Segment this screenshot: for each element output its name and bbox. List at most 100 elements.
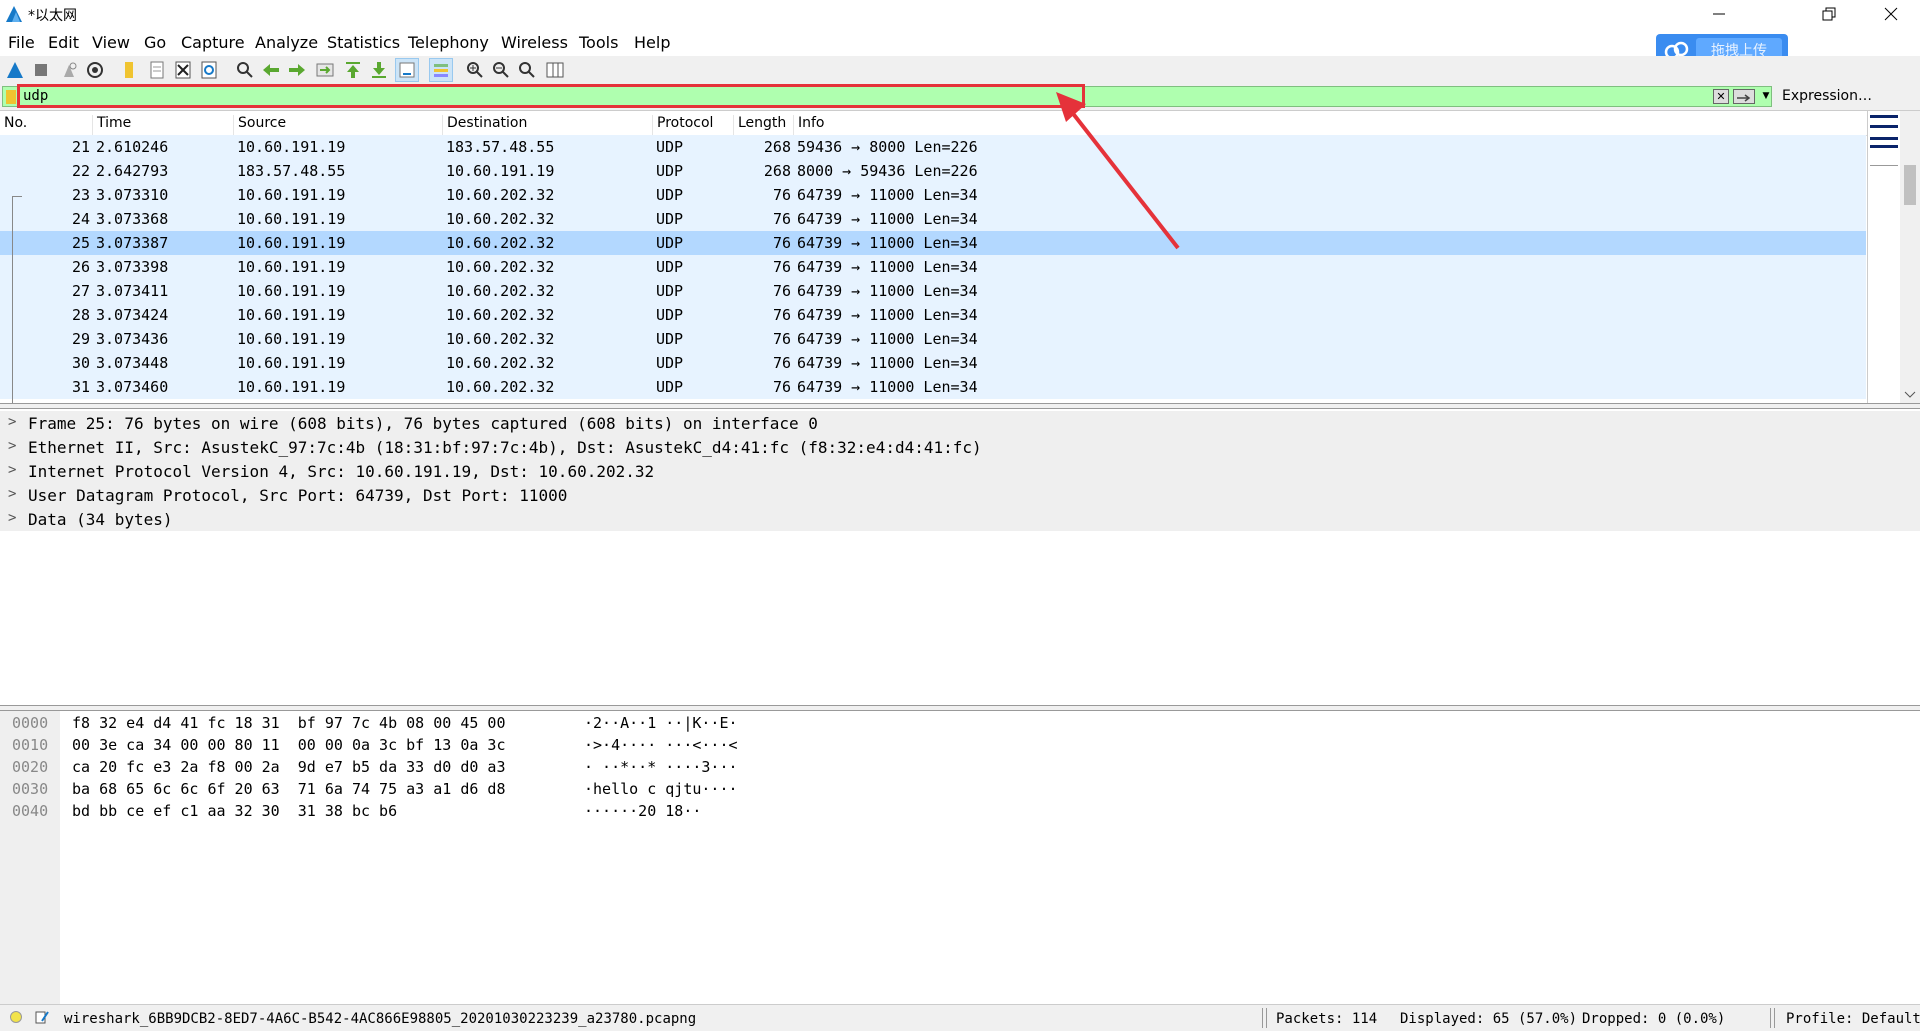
packet-cell-dst: 10.60.202.32 [446, 378, 555, 396]
expression-button[interactable]: Expression… [1782, 88, 1872, 104]
packet-row[interactable]: 29 3.073436 10.60.191.19 10.60.202.32 UDP 76 6… [0, 327, 1866, 351]
clear-filter-icon[interactable]: ✕ [1713, 89, 1729, 104]
packet-row[interactable]: 28 3.073424 10.60.191.19 10.60.202.32 UDP 76 6… [0, 303, 1866, 327]
colorize-icon[interactable] [429, 58, 453, 82]
zoom-normal-icon[interactable] [516, 59, 538, 81]
expert-info-led-icon[interactable] [10, 1011, 22, 1023]
packet-cell-time: 3.073460 [96, 378, 169, 396]
go-forward-icon[interactable] [286, 59, 308, 81]
packet-cell-proto: UDP [656, 210, 684, 228]
packet-cell-time: 3.073398 [96, 258, 169, 276]
detail-row-udp[interactable]: > User Datagram Protocol, Src Port: 64739… [0, 483, 1920, 507]
packet-cell-no: 24 [71, 210, 90, 228]
packet-cell-dst: 10.60.202.32 [446, 306, 555, 324]
menu-file[interactable]: File [8, 33, 35, 52]
col-header-no[interactable]: No. [0, 115, 27, 135]
close-file-icon[interactable] [172, 59, 194, 81]
expand-chevron-right-icon[interactable]: > [8, 414, 18, 430]
packet-list-scrollbar[interactable] [1900, 111, 1920, 403]
capture-comment-icon[interactable] [34, 1009, 50, 1025]
menu-view[interactable]: View [92, 33, 130, 52]
capture-options-icon[interactable] [84, 59, 106, 81]
auto-scroll-icon[interactable] [395, 58, 419, 82]
col-header-source[interactable]: Source [233, 115, 286, 135]
menu-tools[interactable]: Tools [579, 33, 618, 52]
minimize-button[interactable] [1690, 0, 1748, 28]
col-header-info[interactable]: Info [793, 115, 825, 135]
apply-filter-icon[interactable] [1733, 89, 1755, 104]
menu-statistics[interactable]: Statistics [327, 33, 400, 52]
col-header-time[interactable]: Time [92, 115, 131, 135]
packet-count: Packets: 114 [1276, 1011, 1378, 1027]
go-back-icon[interactable] [260, 59, 282, 81]
expand-chevron-right-icon[interactable]: > [8, 486, 18, 502]
capture-file-name: wireshark_6BB9DCB2-8ED7-4A6C-B542-4AC866… [64, 1011, 697, 1027]
zoom-out-icon[interactable] [490, 59, 512, 81]
packet-cell-dst: 10.60.202.32 [446, 330, 555, 348]
status-bar: wireshark_6BB9DCB2-8ED7-4A6C-B542-4AC866… [0, 1004, 1920, 1031]
related-packets-bracket-tick [12, 196, 22, 197]
col-header-length[interactable]: Length [733, 115, 786, 135]
close-button[interactable] [1862, 0, 1920, 28]
start-capture-icon[interactable] [4, 59, 26, 81]
menu-go[interactable]: Go [144, 33, 166, 52]
zoom-in-icon[interactable] [464, 59, 486, 81]
packet-cell-time: 3.073424 [96, 306, 169, 324]
reload-file-icon[interactable] [198, 59, 220, 81]
packet-row[interactable]: 31 3.073460 10.60.191.19 10.60.202.32 UDP 76 6… [0, 375, 1866, 399]
packet-minimap[interactable] [1867, 111, 1900, 403]
col-header-protocol[interactable]: Protocol [652, 115, 713, 135]
menu-edit[interactable]: Edit [48, 33, 79, 52]
packet-cell-no: 22 [71, 162, 90, 180]
packet-row[interactable]: 23 3.073310 10.60.191.19 10.60.202.32 UDP 76 6… [0, 183, 1866, 207]
packet-row[interactable]: 21 2.610246 10.60.191.19 183.57.48.55 UDP 268… [0, 135, 1866, 159]
packet-row[interactable]: 26 3.073398 10.60.191.19 10.60.202.32 UDP 76 6… [0, 255, 1866, 279]
menu-telephony[interactable]: Telephony [408, 33, 489, 52]
resize-columns-icon[interactable] [544, 59, 566, 81]
restore-button[interactable] [1800, 0, 1858, 28]
detail-row-frame[interactable]: > Frame 25: 76 bytes on wire (608 bits), … [0, 411, 1920, 435]
expand-chevron-right-icon[interactable]: > [8, 510, 18, 526]
last-packet-icon[interactable] [368, 59, 390, 81]
menu-wireless[interactable]: Wireless [501, 33, 568, 52]
packet-cell-proto: UDP [656, 378, 684, 396]
packet-cell-proto: UDP [656, 162, 684, 180]
scroll-down-icon[interactable] [1904, 391, 1916, 399]
packet-bytes: 0000 f8 32 e4 d4 41 fc 18 31 bf 97 7c 4b … [0, 710, 1920, 1005]
filter-history-chevron-down-icon[interactable]: ▼ [1759, 89, 1773, 104]
restart-capture-icon[interactable] [58, 59, 80, 81]
menu-help[interactable]: Help [634, 33, 670, 52]
find-packet-icon[interactable] [234, 59, 256, 81]
packet-row[interactable]: 25 3.073387 10.60.191.19 10.60.202.32 UDP 76 6… [0, 231, 1866, 255]
expand-chevron-right-icon[interactable]: > [8, 438, 18, 454]
title-bar: *以太网 [0, 0, 1920, 28]
packet-cell-src: 10.60.191.19 [237, 138, 346, 156]
wireshark-fin-icon [6, 6, 22, 22]
detail-row-ip[interactable]: > Internet Protocol Version 4, Src: 10.60… [0, 459, 1920, 483]
first-packet-icon[interactable] [342, 59, 364, 81]
expand-chevron-right-icon[interactable]: > [8, 462, 18, 478]
menu-analyze[interactable]: Analyze [255, 33, 318, 52]
related-packets-bracket [12, 196, 13, 403]
packet-cell-src: 10.60.191.19 [237, 186, 346, 204]
go-to-packet-icon[interactable] [314, 59, 336, 81]
detail-row-ethernet[interactable]: > Ethernet II, Src: AsustekC_97:7c:4b (18… [0, 435, 1920, 459]
save-file-icon[interactable] [146, 59, 168, 81]
packet-row[interactable]: 30 3.073448 10.60.191.19 10.60.202.32 UDP 76 6… [0, 351, 1866, 375]
open-file-icon[interactable] [118, 59, 140, 81]
packet-cell-no: 21 [71, 138, 90, 156]
detail-row-data[interactable]: > Data (34 bytes) [0, 507, 1920, 531]
profile-selector[interactable]: Profile: Default [1786, 1011, 1920, 1027]
packet-cell-dst: 183.57.48.55 [446, 138, 555, 156]
minimize-icon [1713, 13, 1725, 15]
scrollbar-thumb[interactable] [1904, 165, 1916, 205]
packet-row[interactable]: 24 3.073368 10.60.191.19 10.60.202.32 UDP 76 6… [0, 207, 1866, 231]
menu-capture[interactable]: Capture [181, 33, 245, 52]
packet-row[interactable]: 27 3.073411 10.60.191.19 10.60.202.32 UDP 76 6… [0, 279, 1866, 303]
packet-row[interactable]: 22 2.642793 183.57.48.55 10.60.191.19 UDP 268… [0, 159, 1866, 183]
bookmark-icon[interactable] [6, 90, 16, 104]
packet-cell-dst: 10.60.202.32 [446, 282, 555, 300]
col-header-destination[interactable]: Destination [442, 115, 527, 135]
stop-capture-icon[interactable] [30, 59, 52, 81]
packet-cell-info: 64739 → 11000 Len=34 [797, 258, 978, 276]
